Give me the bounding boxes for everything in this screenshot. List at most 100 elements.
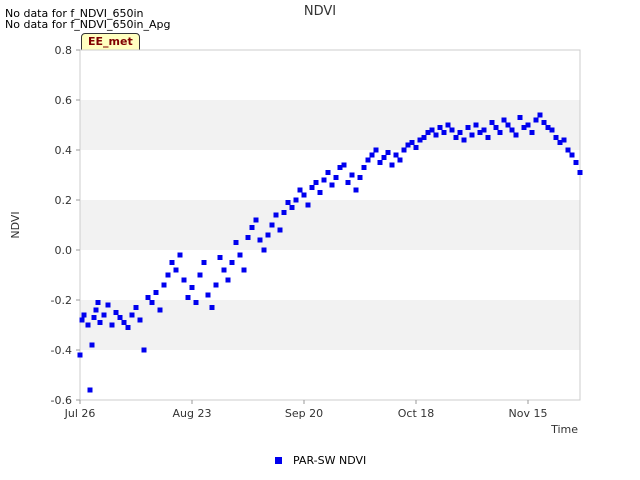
data-point	[185, 295, 191, 300]
y-tick-label: -0.2	[51, 294, 72, 307]
data-point	[429, 127, 435, 133]
data-point	[517, 115, 523, 120]
data-point	[453, 135, 459, 140]
data-point	[217, 255, 223, 260]
data-point	[289, 205, 295, 210]
data-point	[177, 252, 183, 258]
data-point	[329, 182, 335, 188]
data-point	[385, 150, 391, 155]
grid-band	[80, 100, 580, 150]
data-point	[153, 290, 159, 295]
data-point	[261, 247, 267, 253]
y-tick-label: -0.6	[51, 394, 72, 407]
legend: PAR-SW NDVI	[275, 454, 366, 467]
data-point	[249, 225, 255, 230]
data-point	[433, 132, 439, 138]
data-point	[305, 202, 311, 208]
x-tick-label: Aug 23	[173, 407, 212, 420]
data-point	[161, 282, 167, 288]
data-point	[485, 135, 491, 140]
data-point	[269, 222, 275, 228]
y-tick-label: 0.8	[55, 44, 73, 57]
data-point	[573, 160, 579, 165]
data-point	[93, 307, 99, 313]
data-point	[465, 125, 471, 130]
x-axis: Jul 26 Aug 23 Sep 20 Oct 18 Nov 15	[64, 400, 548, 420]
data-point	[89, 342, 95, 348]
data-point	[381, 155, 387, 160]
data-point	[321, 177, 327, 183]
data-point	[149, 300, 155, 305]
ndvi-chart: -0.6 -0.4 -0.2 0.0 0.2 0.4 0.6 0.8 Jul 26 Aug 23…	[9, 4, 583, 467]
y-tick-label: 0.4	[55, 144, 73, 157]
data-point	[265, 232, 271, 238]
data-point	[137, 317, 143, 323]
data-point	[489, 120, 495, 125]
data-point	[345, 180, 351, 185]
data-point	[125, 325, 131, 330]
data-point	[221, 267, 227, 273]
data-point	[193, 300, 199, 305]
data-point	[493, 125, 499, 130]
data-point	[501, 117, 507, 123]
data-point	[87, 387, 93, 393]
data-point	[181, 277, 187, 283]
data-point	[373, 147, 379, 153]
data-point	[229, 260, 235, 265]
y-tick-label: 0.0	[55, 244, 73, 257]
data-point	[365, 157, 371, 163]
data-point	[457, 130, 463, 135]
data-point	[309, 185, 315, 190]
data-point	[101, 312, 107, 318]
y-axis: -0.6 -0.4 -0.2 0.0 0.2 0.4 0.6 0.8	[51, 44, 80, 407]
data-point	[537, 112, 543, 118]
data-point	[393, 152, 399, 158]
data-point	[533, 117, 539, 123]
data-point	[497, 130, 503, 135]
data-point	[297, 187, 303, 193]
y-tick-label: 0.6	[55, 94, 73, 107]
chart-title: NDVI	[304, 4, 336, 19]
data-point	[561, 137, 567, 143]
data-point	[553, 135, 559, 140]
data-point	[377, 160, 383, 165]
data-point	[233, 240, 239, 245]
data-point	[369, 152, 375, 158]
data-point	[165, 272, 171, 278]
data-point	[469, 132, 475, 138]
data-point	[333, 175, 339, 180]
data-point	[505, 122, 511, 128]
data-point	[449, 127, 455, 133]
data-point	[85, 322, 91, 328]
data-point	[461, 137, 467, 143]
grid-bands	[80, 100, 580, 350]
data-point	[241, 267, 247, 273]
grid-band	[80, 300, 580, 350]
data-point	[565, 147, 571, 153]
data-point	[293, 197, 299, 203]
data-point	[421, 135, 427, 140]
data-point	[237, 252, 243, 258]
data-point	[197, 272, 203, 278]
legend-marker	[275, 457, 282, 464]
data-point	[245, 235, 251, 240]
data-point	[169, 260, 175, 265]
x-tick-label: Nov 15	[509, 407, 548, 420]
data-point	[77, 352, 83, 358]
y-tick-label: 0.2	[55, 194, 73, 207]
x-tick-label: Sep 20	[285, 407, 323, 420]
data-point	[569, 152, 575, 158]
x-axis-label: Time	[550, 423, 578, 436]
legend-label: PAR-SW NDVI	[293, 454, 366, 467]
data-point	[473, 122, 479, 128]
data-point	[173, 267, 179, 273]
y-tick-label: -0.4	[51, 344, 72, 357]
data-point	[325, 170, 331, 175]
data-point	[397, 157, 403, 163]
data-point	[205, 292, 211, 298]
data-point	[313, 180, 319, 185]
data-point	[253, 217, 259, 223]
data-point	[91, 315, 97, 320]
data-point	[121, 320, 127, 325]
data-point	[357, 175, 363, 180]
